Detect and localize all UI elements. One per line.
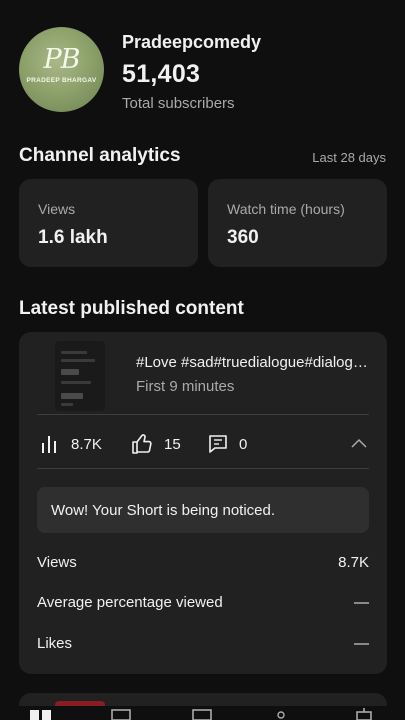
stat-value: 360 (227, 227, 259, 248)
row-value: — (354, 594, 369, 611)
video-title[interactable]: #Love #sad#truedialogue#dialogue (136, 354, 368, 371)
metric-row-views: Views 8.7K (37, 554, 369, 576)
video-subtitle: First 9 minutes (136, 378, 235, 395)
analytics-icon[interactable] (192, 708, 214, 720)
divider (37, 468, 369, 469)
subscriber-label: Total subscribers (122, 95, 235, 112)
row-value: — (354, 635, 369, 652)
watch-time-stat-card[interactable]: Watch time (hours) 360 (208, 179, 387, 267)
row-label: Average percentage viewed (37, 594, 223, 611)
stat-label: Watch time (hours) (227, 201, 345, 217)
earn-icon[interactable] (355, 708, 373, 720)
collapse-button[interactable] (347, 432, 371, 456)
avatar-monogram: PB (43, 44, 80, 75)
channel-header: PB PRADEEP BHARGAV Pradeepcomedy 51,403 … (0, 0, 405, 130)
bottom-nav (0, 706, 405, 720)
row-label: Likes (37, 635, 73, 652)
metric-row-avg-viewed: Average percentage viewed — (37, 594, 369, 616)
views-count: 8.7K (71, 435, 102, 453)
analytics-title: Channel analytics (19, 145, 181, 166)
views-metric: 8.7K (39, 432, 102, 456)
channel-name: Pradeepcomedy (122, 32, 262, 52)
row-label: Views (37, 554, 77, 571)
latest-content-title: Latest published content (19, 298, 244, 319)
views-stat-card[interactable]: Views 1.6 lakh (19, 179, 198, 267)
chevron-up-icon (351, 438, 367, 448)
comments-metric: 0 (207, 432, 247, 456)
likes-metric: 15 (130, 432, 181, 456)
channel-avatar[interactable]: PB PRADEEP BHARGAV (19, 27, 104, 112)
comments-nav-icon[interactable] (274, 708, 288, 720)
divider (37, 414, 369, 415)
bar-chart-icon (42, 436, 56, 453)
subscriber-count: 51,403 (122, 60, 201, 88)
latest-content-card: #Love #sad#truedialogue#dialogue First 9… (19, 332, 387, 674)
thumbs-up-icon (132, 434, 152, 454)
performance-notice: Wow! Your Short is being noticed. (37, 487, 369, 533)
row-value: 8.7K (338, 554, 369, 571)
comment-icon (209, 435, 227, 453)
stat-value: 1.6 lakh (38, 227, 108, 248)
metric-row-likes: Likes — (37, 635, 369, 657)
video-thumbnail[interactable] (55, 341, 105, 411)
likes-count: 15 (164, 435, 181, 453)
dashboard-icon[interactable] (30, 708, 52, 720)
content-icon[interactable] (111, 708, 133, 720)
comments-count: 0 (239, 435, 248, 453)
stat-label: Views (38, 201, 76, 217)
avatar-text: PRADEEP BHARGAV (26, 77, 97, 84)
analytics-period: Last 28 days (312, 150, 386, 165)
